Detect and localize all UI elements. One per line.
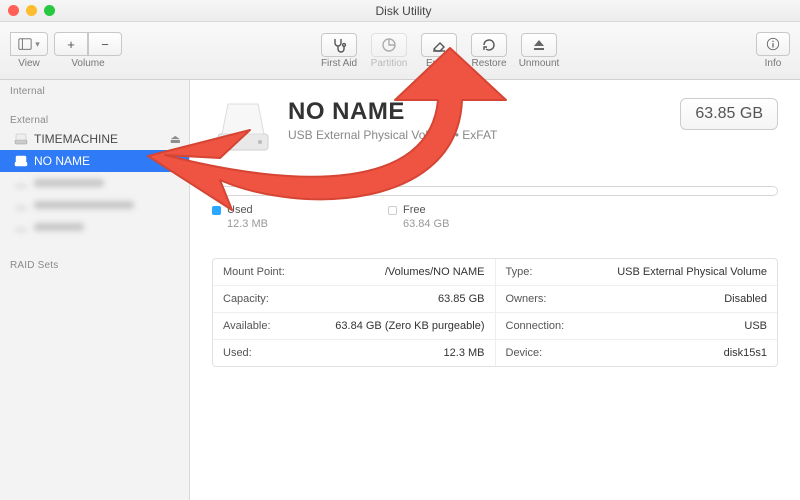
erase-tool[interactable]: Erase <box>416 33 462 69</box>
usage-bar <box>212 186 778 196</box>
used-label: Used <box>227 204 253 216</box>
info-icon <box>766 37 780 51</box>
restore-tool[interactable]: Restore <box>466 33 512 69</box>
usage-legend: Used 12.3 MB Free 63.84 GB <box>212 204 778 230</box>
titlebar: Disk Utility <box>0 0 800 22</box>
sidebar-item-hidden <box>0 194 189 216</box>
table-row: Available:63.84 GB (Zero KB purgeable) C… <box>213 313 777 340</box>
volume-size-button[interactable]: 63.85 GB <box>680 98 778 130</box>
unmount-tool[interactable]: Unmount <box>516 33 562 69</box>
info-table: Mount Point:/Volumes/NO NAME Type:USB Ex… <box>212 258 778 367</box>
close-icon[interactable] <box>8 5 19 16</box>
sidebar-section-raid: RAID Sets <box>0 254 189 273</box>
toolbar-info: Info <box>756 32 790 69</box>
free-swatch-icon <box>388 206 397 215</box>
sidebar-section-external: External <box>0 109 189 128</box>
pie-icon <box>381 37 397 53</box>
partition-tool: Partition <box>366 33 412 69</box>
window-controls <box>8 5 55 16</box>
sidebar-item-hidden <box>0 172 189 194</box>
minimize-icon[interactable] <box>26 5 37 16</box>
volume-name: NO NAME <box>288 98 497 126</box>
disk-icon <box>14 132 28 146</box>
toolbar: ▾ View + − Volume First Aid Partition Er… <box>0 22 800 80</box>
erase-icon <box>431 37 447 53</box>
sidebar-icon <box>18 37 32 51</box>
eject-icon[interactable]: ⏏ <box>170 132 181 146</box>
toolbar-view: ▾ View <box>10 32 48 69</box>
eject-icon[interactable]: ⏏ <box>170 154 181 168</box>
sidebar-item-label: TIMEMACHINE <box>34 132 118 146</box>
used-swatch-icon <box>212 206 221 215</box>
volume-add-button[interactable]: + <box>54 32 88 56</box>
first-aid-tool[interactable]: First Aid <box>316 33 362 69</box>
view-label: View <box>18 58 40 69</box>
used-value: 12.3 MB <box>227 218 268 230</box>
info-label: Info <box>765 58 782 69</box>
window-title: Disk Utility <box>55 4 752 18</box>
sidebar: Internal External TIMEMACHINE ⏏ NO NAME … <box>0 80 190 500</box>
usage-bar-fill <box>213 187 219 195</box>
disk-icon <box>14 154 28 168</box>
sidebar-item-hidden <box>0 216 189 238</box>
sidebar-section-internal: Internal <box>0 80 189 99</box>
zoom-icon[interactable] <box>44 5 55 16</box>
sidebar-item-label: NO NAME <box>34 154 90 168</box>
chevron-down-icon: ▾ <box>35 39 40 50</box>
info-button[interactable] <box>756 32 790 56</box>
restore-icon <box>481 37 497 53</box>
table-row: Mount Point:/Volumes/NO NAME Type:USB Ex… <box>213 259 777 286</box>
toolbar-volume: + − Volume <box>54 32 122 69</box>
content: NO NAME USB External Physical Volume • E… <box>190 80 800 500</box>
volume-subtitle: USB External Physical Volume • ExFAT <box>288 128 497 142</box>
toolbar-tools: First Aid Partition Erase Restore Unmoun… <box>316 33 562 69</box>
eject-icon <box>531 37 547 53</box>
sidebar-item-timemachine[interactable]: TIMEMACHINE ⏏ <box>0 128 189 150</box>
table-row: Used:12.3 MB Device:disk15s1 <box>213 340 777 366</box>
view-button[interactable]: ▾ <box>10 32 48 56</box>
volume-icon <box>212 98 274 156</box>
stethoscope-icon <box>331 37 347 53</box>
table-row: Capacity:63.85 GB Owners:Disabled <box>213 286 777 313</box>
volume-remove-button[interactable]: − <box>88 32 122 56</box>
free-label: Free <box>403 204 426 216</box>
volume-label: Volume <box>71 58 104 69</box>
free-value: 63.84 GB <box>403 218 449 230</box>
sidebar-item-no-name[interactable]: NO NAME ⏏ <box>0 150 189 172</box>
